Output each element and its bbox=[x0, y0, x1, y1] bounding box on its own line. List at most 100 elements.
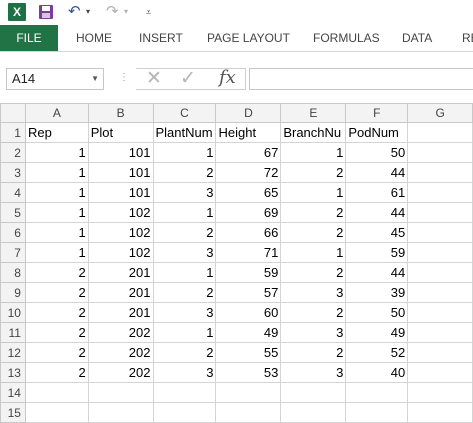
cell[interactable]: 101 bbox=[87, 142, 154, 163]
enter-icon[interactable]: ✓ bbox=[180, 68, 196, 90]
cell[interactable]: 45 bbox=[345, 222, 409, 243]
column-header[interactable]: A bbox=[24, 103, 89, 123]
cell[interactable]: 1 bbox=[280, 242, 347, 263]
cell[interactable] bbox=[407, 242, 473, 263]
cell[interactable]: 49 bbox=[215, 322, 282, 343]
cell[interactable]: 102 bbox=[87, 202, 154, 223]
tab-formulas[interactable]: FORMULAS bbox=[313, 25, 380, 51]
name-box-dropdown-icon[interactable]: ▼ bbox=[91, 69, 99, 89]
cell[interactable]: 44 bbox=[345, 162, 409, 183]
cell[interactable]: 2 bbox=[280, 202, 347, 223]
cell[interactable]: 71 bbox=[215, 242, 282, 263]
cell[interactable]: 1 bbox=[152, 202, 217, 223]
cell[interactable]: 1 bbox=[24, 142, 89, 163]
cell[interactable] bbox=[407, 302, 473, 323]
cell[interactable]: 59 bbox=[215, 262, 282, 283]
row-header[interactable]: 3 bbox=[0, 162, 26, 183]
cell[interactable] bbox=[152, 382, 217, 403]
cell[interactable]: 2 bbox=[280, 342, 347, 363]
row-header[interactable]: 12 bbox=[0, 342, 26, 363]
tab-data[interactable]: DATA bbox=[402, 25, 432, 51]
cell[interactable]: 3 bbox=[152, 182, 217, 203]
cell[interactable]: 53 bbox=[215, 362, 282, 383]
cell[interactable]: 3 bbox=[152, 302, 217, 323]
cell[interactable]: 57 bbox=[215, 282, 282, 303]
column-header[interactable]: C bbox=[152, 103, 217, 123]
cell[interactable]: 201 bbox=[87, 282, 154, 303]
cell[interactable] bbox=[345, 382, 409, 403]
cell[interactable] bbox=[280, 382, 347, 403]
cell[interactable]: 67 bbox=[215, 142, 282, 163]
formula-bar-splitter[interactable]: ⋮ bbox=[119, 73, 129, 83]
row-header[interactable]: 13 bbox=[0, 362, 26, 383]
redo-dropdown-icon[interactable]: ▾ bbox=[124, 3, 132, 21]
cell[interactable] bbox=[407, 402, 473, 423]
cell[interactable]: 1 bbox=[24, 202, 89, 223]
cell[interactable]: 50 bbox=[345, 142, 409, 163]
cell[interactable]: 1 bbox=[24, 182, 89, 203]
cell[interactable] bbox=[407, 182, 473, 203]
cell[interactable]: 2 bbox=[152, 282, 217, 303]
cell[interactable]: 1 bbox=[24, 242, 89, 263]
cell[interactable]: 3 bbox=[152, 242, 217, 263]
cell[interactable]: 201 bbox=[87, 262, 154, 283]
cell[interactable]: 3 bbox=[280, 282, 347, 303]
cell[interactable] bbox=[407, 202, 473, 223]
row-header[interactable]: 7 bbox=[0, 242, 26, 263]
row-header[interactable]: 14 bbox=[0, 382, 26, 403]
cell[interactable]: Plot bbox=[87, 122, 154, 143]
insert-function-icon[interactable]: fx bbox=[219, 67, 236, 89]
cell[interactable] bbox=[407, 262, 473, 283]
cell[interactable]: 201 bbox=[87, 302, 154, 323]
cell[interactable]: 55 bbox=[215, 342, 282, 363]
cell[interactable]: 49 bbox=[345, 322, 409, 343]
cell[interactable] bbox=[407, 382, 473, 403]
cell[interactable]: 2 bbox=[24, 342, 89, 363]
column-header[interactable]: B bbox=[87, 103, 154, 123]
row-header[interactable]: 9 bbox=[0, 282, 26, 303]
cell[interactable]: 102 bbox=[87, 222, 154, 243]
cell[interactable]: 61 bbox=[345, 182, 409, 203]
cell[interactable]: 59 bbox=[345, 242, 409, 263]
cell[interactable]: 202 bbox=[87, 322, 154, 343]
cell[interactable]: 72 bbox=[215, 162, 282, 183]
cell[interactable]: 2 bbox=[24, 362, 89, 383]
row-header[interactable]: 10 bbox=[0, 302, 26, 323]
row-header[interactable]: 6 bbox=[0, 222, 26, 243]
cell[interactable]: 202 bbox=[87, 342, 154, 363]
cell[interactable] bbox=[24, 382, 89, 403]
tab-file[interactable]: FILE bbox=[0, 25, 58, 51]
undo-dropdown-icon[interactable]: ▾ bbox=[86, 3, 94, 21]
cell[interactable]: 60 bbox=[215, 302, 282, 323]
cell[interactable]: 2 bbox=[24, 262, 89, 283]
row-header[interactable]: 5 bbox=[0, 202, 26, 223]
cell[interactable]: 1 bbox=[280, 142, 347, 163]
row-header[interactable]: 15 bbox=[0, 402, 26, 423]
cell[interactable]: 2 bbox=[280, 262, 347, 283]
tab-home[interactable]: HOME bbox=[76, 25, 112, 51]
name-box[interactable]: A14 ▼ bbox=[6, 68, 104, 90]
cell[interactable]: 3 bbox=[280, 322, 347, 343]
cell[interactable]: PodNum bbox=[345, 122, 409, 143]
cell[interactable] bbox=[152, 402, 217, 423]
cell[interactable]: 2 bbox=[152, 162, 217, 183]
column-header[interactable]: E bbox=[280, 103, 347, 123]
tab-insert[interactable]: INSERT bbox=[139, 25, 183, 51]
cell[interactable] bbox=[407, 142, 473, 163]
cell[interactable]: PlantNum bbox=[152, 122, 217, 143]
cell[interactable]: 44 bbox=[345, 262, 409, 283]
formula-input[interactable] bbox=[249, 68, 473, 90]
cell[interactable] bbox=[280, 402, 347, 423]
tab-page-layout[interactable]: PAGE LAYOUT bbox=[207, 25, 290, 51]
cell[interactable]: 1 bbox=[24, 222, 89, 243]
cell[interactable]: 202 bbox=[87, 362, 154, 383]
cell[interactable]: 101 bbox=[87, 182, 154, 203]
tab-review[interactable]: RE bbox=[462, 25, 473, 51]
cell[interactable]: 2 bbox=[280, 302, 347, 323]
row-header[interactable]: 11 bbox=[0, 322, 26, 343]
cell[interactable] bbox=[24, 402, 89, 423]
cell[interactable] bbox=[345, 402, 409, 423]
cell[interactable] bbox=[407, 122, 473, 143]
cell[interactable]: 39 bbox=[345, 282, 409, 303]
row-header[interactable]: 1 bbox=[0, 122, 26, 143]
